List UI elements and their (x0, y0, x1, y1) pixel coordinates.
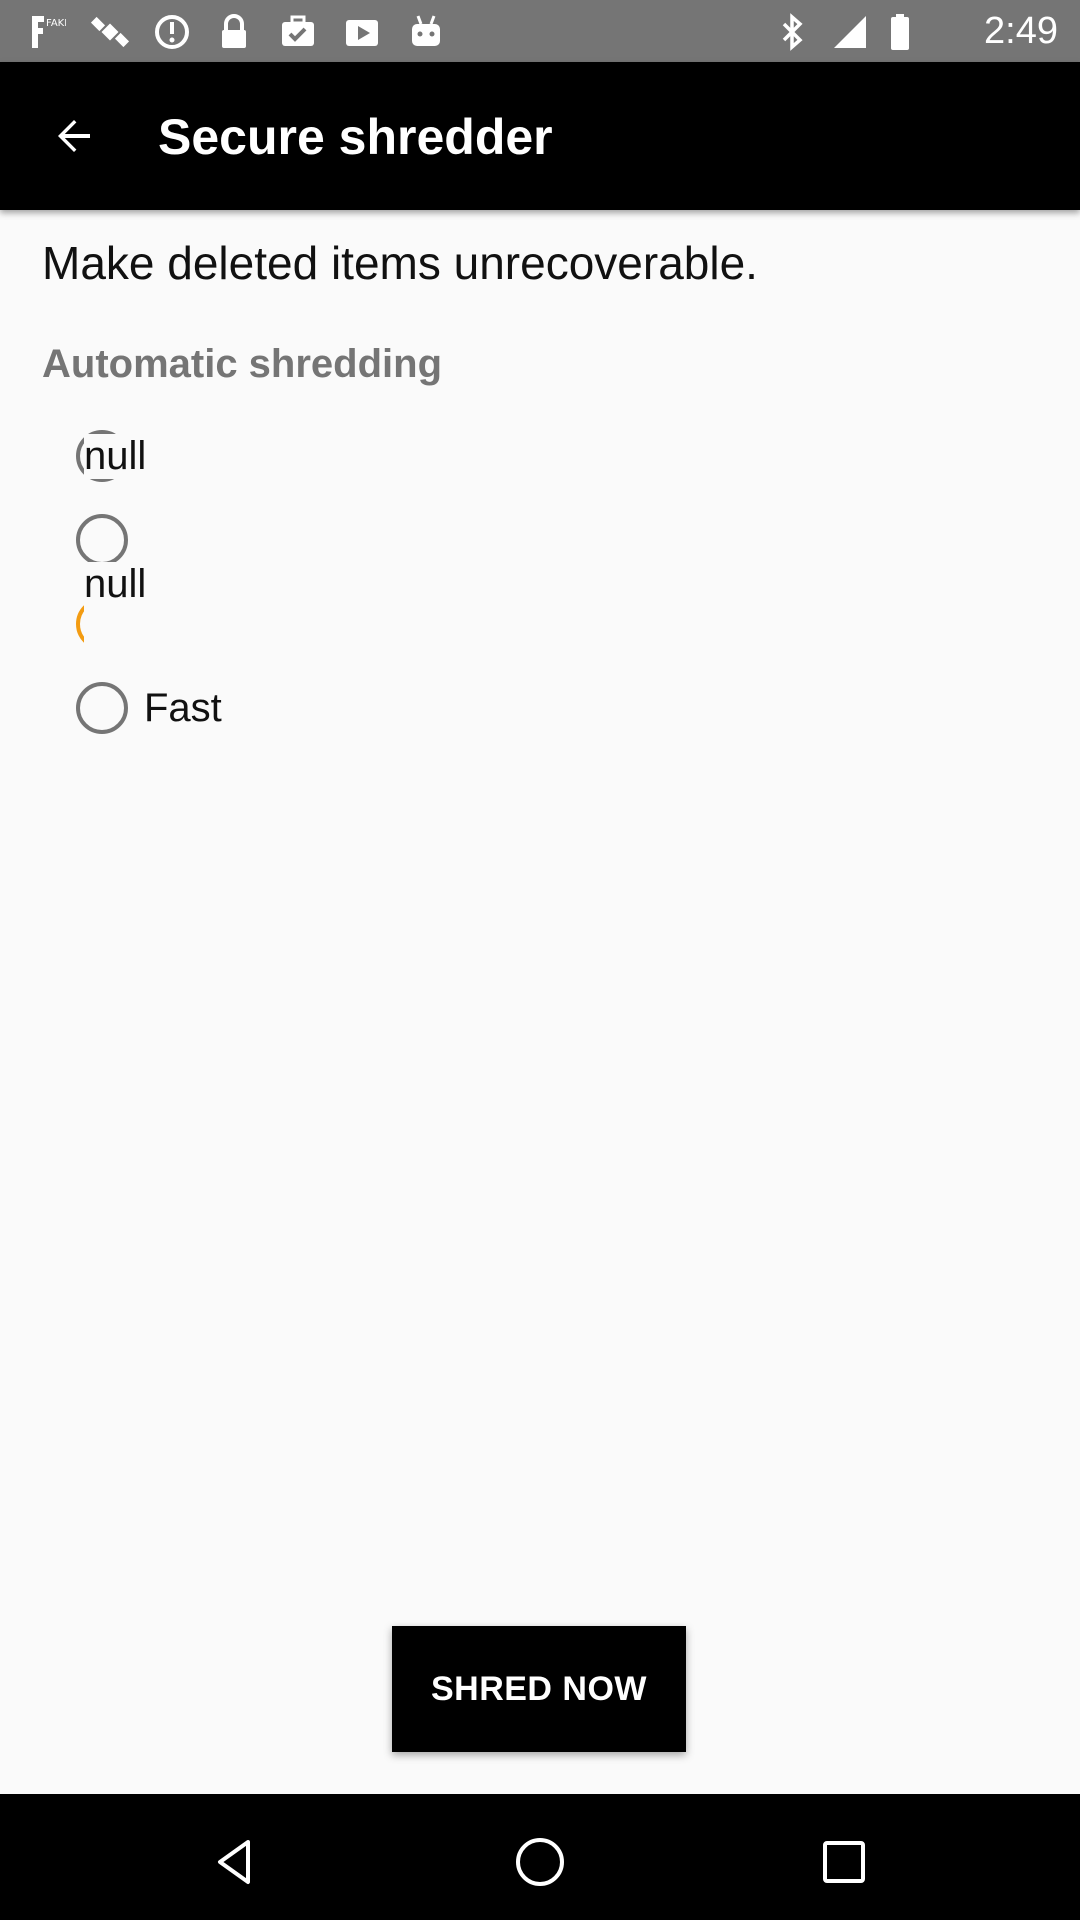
status-time: 2:49 (984, 10, 1058, 52)
nav-home-button[interactable] (500, 1822, 580, 1902)
description-text: Make deleted items unrecoverable. (42, 237, 758, 289)
sync-icon (152, 12, 192, 52)
nav-recents-icon (823, 1841, 865, 1883)
svg-text:FAKE: FAKE (46, 18, 66, 29)
status-bar: FAKE 2:49 (0, 0, 1080, 62)
signal-icon (830, 12, 870, 52)
shred-now-button[interactable]: SHRED NOW (392, 1626, 686, 1752)
app-bar: Secure shredder (0, 62, 1080, 210)
battery-icon (884, 12, 924, 52)
radio-option-2-label: null (84, 562, 684, 670)
navigation-bar (0, 1794, 1080, 1920)
radio-option-2[interactable] (76, 514, 128, 566)
play-store-icon (342, 12, 382, 52)
radio-option-1-label: null (84, 434, 149, 479)
briefcase-check-icon (278, 12, 318, 52)
fake-gps-icon: FAKE (26, 12, 66, 52)
back-button[interactable] (30, 98, 118, 174)
nav-back-button[interactable] (196, 1822, 276, 1902)
nav-home-icon (516, 1838, 564, 1886)
nav-recents-button[interactable] (804, 1822, 884, 1902)
radio-button-icon[interactable] (76, 514, 128, 566)
section-header: Automatic shredding (42, 342, 443, 386)
radio-button-icon[interactable] (76, 682, 128, 734)
lock-icon (214, 12, 254, 52)
bluetooth-icon (772, 12, 812, 52)
satellite-icon (90, 12, 130, 52)
arrow-back-icon (58, 120, 90, 152)
page-title: Secure shredder (158, 109, 553, 165)
radio-option-fast[interactable]: Fast (76, 682, 222, 734)
android-icon (406, 12, 446, 52)
nav-back-icon (218, 1840, 250, 1884)
radio-option-fast-label: Fast (144, 685, 222, 730)
